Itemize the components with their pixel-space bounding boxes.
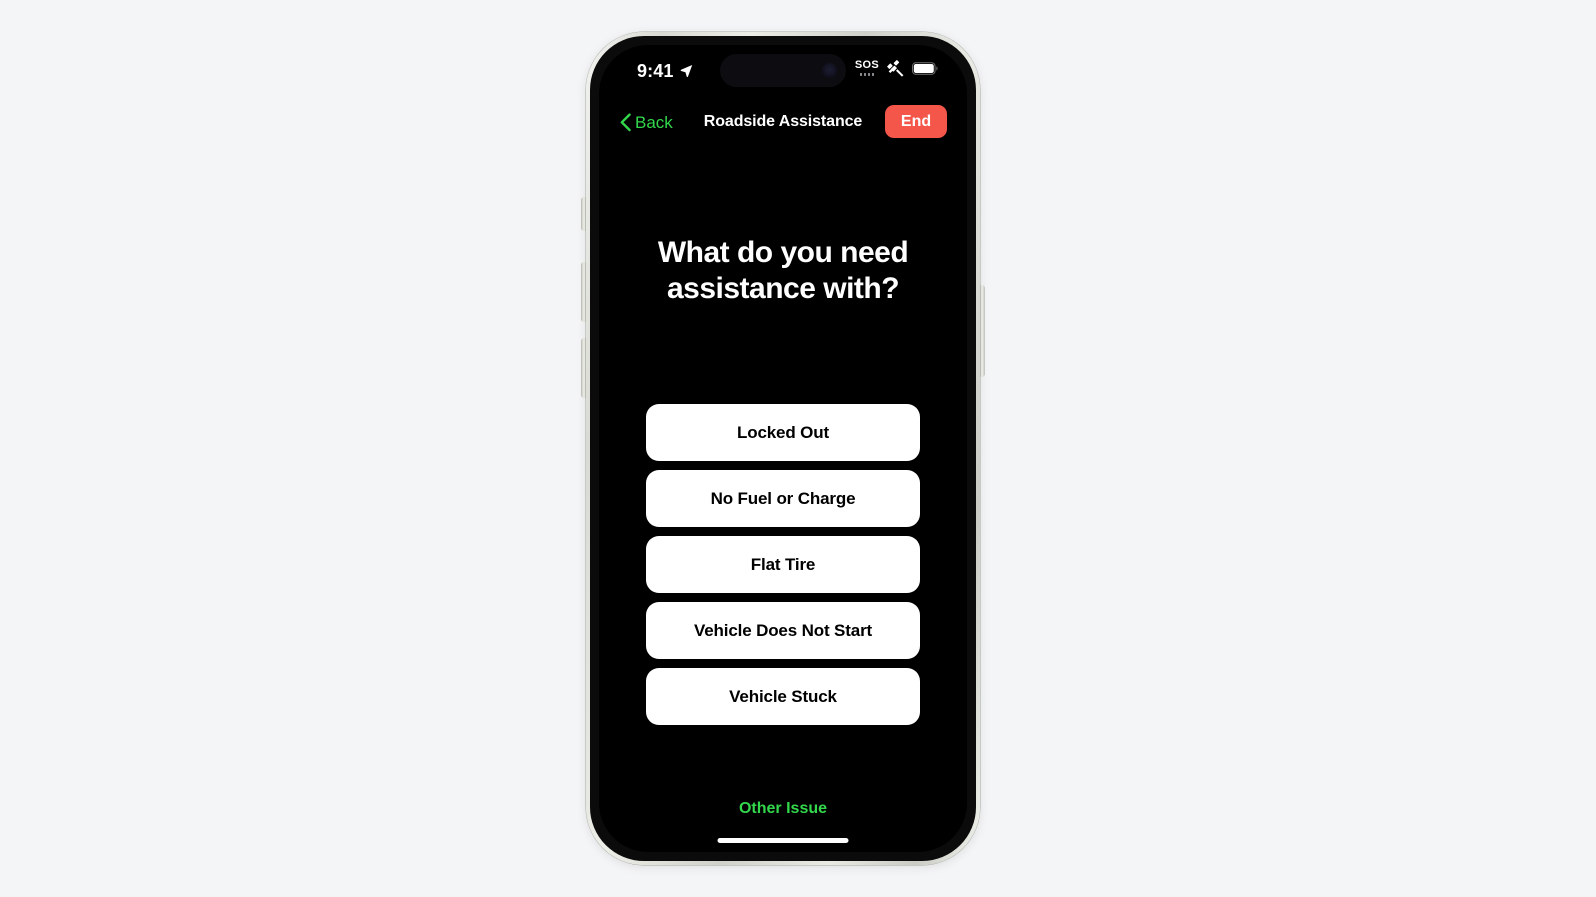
status-bar: 9:41 SOS: [599, 45, 967, 99]
satellite-icon: [887, 60, 904, 77]
sos-indicator: SOS: [855, 60, 879, 76]
device-bezel: 9:41 SOS Back Roadside Assistance End Wh…: [590, 36, 976, 861]
iphone-device-frame: 9:41 SOS Back Roadside Assistance End Wh…: [586, 32, 980, 865]
sos-signal-bars: [859, 73, 875, 76]
end-button[interactable]: End: [885, 105, 947, 138]
home-indicator[interactable]: [717, 838, 849, 843]
chevron-left-icon: [620, 113, 631, 132]
page-title: Roadside Assistance: [703, 113, 863, 130]
option-vehicle-stuck[interactable]: Vehicle Stuck: [646, 668, 920, 725]
prompt-heading: What do you need assistance with?: [657, 236, 909, 305]
location-arrow-icon: [681, 64, 693, 77]
status-time: 9:41: [637, 61, 674, 81]
option-vehicle-does-not-start[interactable]: Vehicle Does Not Start: [646, 602, 920, 659]
navigation-bar: Back Roadside Assistance End: [599, 99, 967, 151]
option-flat-tire[interactable]: Flat Tire: [646, 536, 920, 593]
back-button[interactable]: Back: [620, 109, 677, 136]
status-time-group: 9:41: [637, 62, 693, 80]
device-screen: 9:41 SOS Back Roadside Assistance End Wh…: [599, 45, 967, 852]
battery-icon: [912, 62, 938, 75]
back-button-label: Back: [635, 113, 673, 132]
option-no-fuel-or-charge[interactable]: No Fuel or Charge: [646, 470, 920, 527]
other-issue-button[interactable]: Other Issue: [599, 794, 967, 824]
sos-label: SOS: [854, 59, 879, 72]
assistance-options-list: Locked Out No Fuel or Charge Flat Tire V…: [646, 404, 920, 725]
main-content: What do you need assistance with? Locked…: [599, 151, 967, 852]
status-indicators: SOS: [855, 60, 939, 77]
front-camera-icon: [822, 63, 837, 78]
option-locked-out[interactable]: Locked Out: [646, 404, 920, 461]
